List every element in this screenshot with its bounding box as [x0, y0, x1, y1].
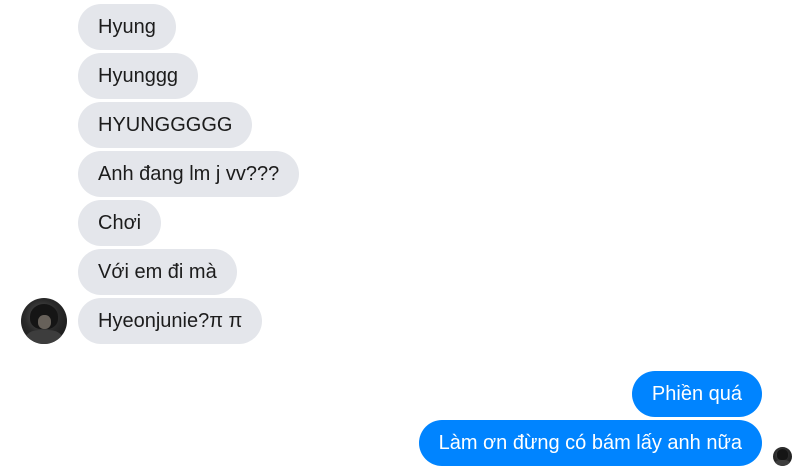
message-text: Với em đi mà	[98, 261, 217, 283]
message-text: Làm ơn đừng có bám lấy anh nữa	[438, 432, 742, 454]
avatar-shirt	[774, 460, 791, 466]
incoming-message[interactable]: Hyunggg	[78, 53, 199, 99]
outgoing-message[interactable]: Làm ơn đừng có bám lấy anh nữa	[418, 420, 762, 466]
avatar-shirt	[25, 330, 63, 344]
message-text: Hyung	[98, 16, 156, 38]
incoming-message[interactable]: HYUNGGGGG	[78, 102, 253, 148]
message-text: Hyeonjunie?π π	[98, 310, 243, 332]
outgoing-message[interactable]: Phiền quá	[631, 371, 762, 417]
message-text: Hyunggg	[98, 65, 179, 87]
incoming-message[interactable]: Hyeonjunie?π π	[78, 298, 263, 344]
avatar-hair	[776, 449, 789, 460]
sender-avatar[interactable]	[21, 298, 67, 344]
message-text: Chơi	[98, 212, 142, 234]
message-text: Anh đang lm j vv???	[98, 163, 280, 185]
incoming-message[interactable]: Anh đang lm j vv???	[78, 151, 300, 197]
chat-thread: Hyung Hyunggg HYUNGGGGG Anh đang lm j vv…	[0, 0, 800, 473]
seen-avatar	[773, 447, 792, 466]
message-text: Phiền quá	[651, 383, 742, 405]
incoming-message[interactable]: Với em đi mà	[78, 249, 237, 295]
incoming-message[interactable]: Chơi	[78, 200, 162, 246]
message-text: HYUNGGGGG	[98, 114, 233, 136]
incoming-message[interactable]: Hyung	[78, 4, 176, 50]
